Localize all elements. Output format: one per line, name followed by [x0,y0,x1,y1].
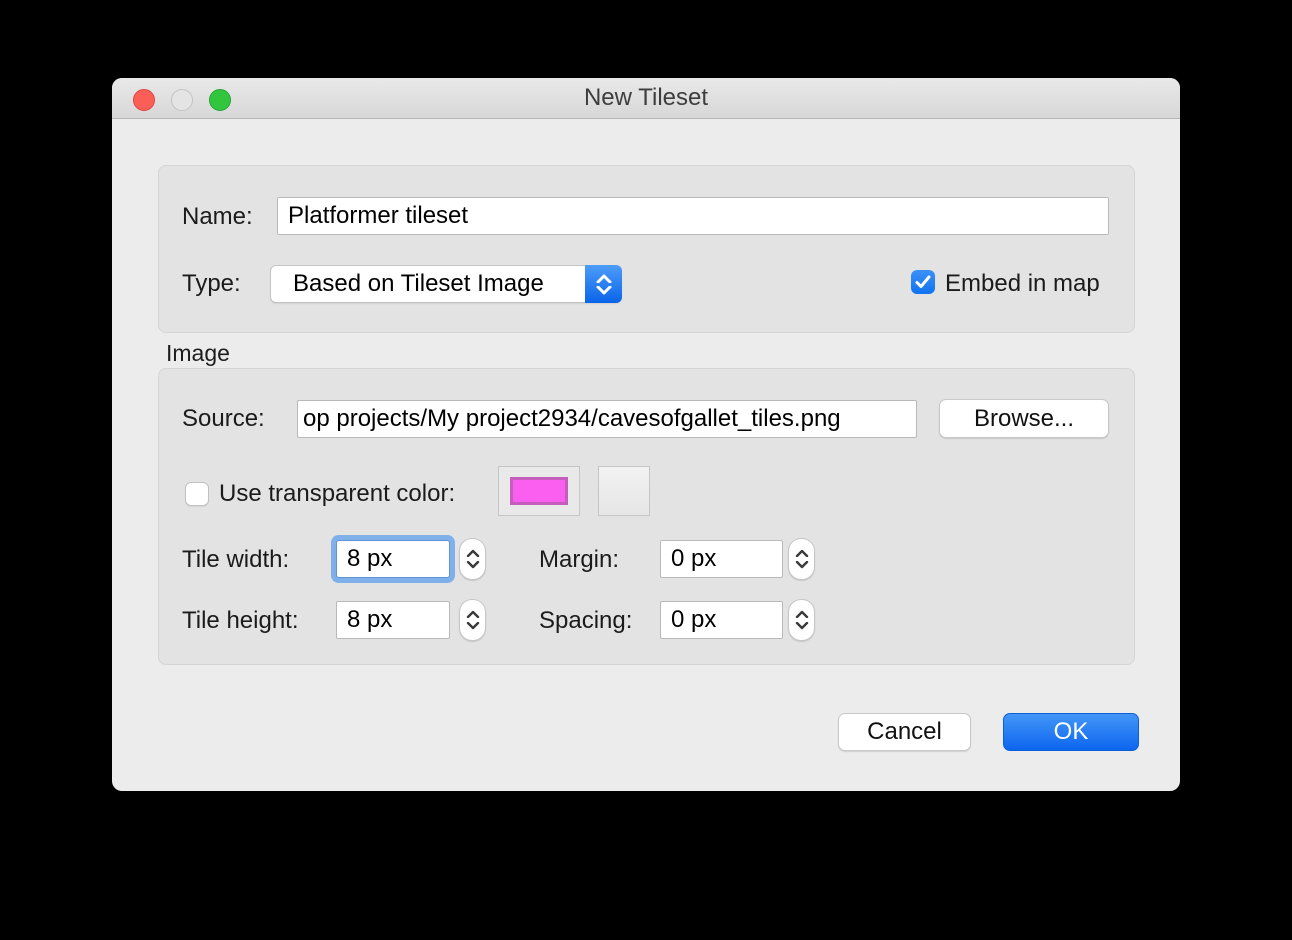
spacing-label: Spacing: [539,608,632,634]
stepper-up-icon [466,549,480,557]
stepper-down-icon [795,622,809,630]
margin-stepper[interactable] [788,538,815,580]
type-dropdown-value: Based on Tileset Image [293,266,544,302]
stepper-up-icon [795,610,809,618]
transparent-color-button[interactable] [498,466,580,516]
stepper-up-icon [466,610,480,618]
spacing-stepper[interactable] [788,599,815,641]
type-dropdown[interactable]: Based on Tileset Image [270,265,622,303]
stepper-down-icon [466,561,480,569]
margin-input[interactable]: 0 px [660,540,783,578]
cancel-button[interactable]: Cancel [838,713,971,751]
checkmark-icon [914,274,932,290]
type-label: Type: [182,271,241,297]
tile-height-stepper[interactable] [459,599,486,641]
use-transparent-color-label[interactable]: Use transparent color: [219,481,455,507]
tile-width-stepper[interactable] [459,538,486,580]
stepper-down-icon [466,622,480,630]
tileset-groupbox [158,165,1135,333]
use-transparent-color-checkbox[interactable] [185,482,209,506]
embed-in-map-checkbox[interactable] [911,270,935,294]
spacing-input[interactable]: 0 px [660,601,783,639]
tile-height-input[interactable]: 8 px [336,601,450,639]
name-label: Name: [182,204,253,230]
tile-height-label: Tile height: [182,608,299,634]
ok-button[interactable]: OK [1003,713,1139,751]
new-tileset-dialog: New Tileset Tileset Name: Type: Based on… [112,78,1180,791]
color-picker-button[interactable] [598,466,650,516]
tile-width-label: Tile width: [182,547,289,573]
chevron-up-down-icon [585,265,622,303]
screen-background: New Tileset Tileset Name: Type: Based on… [0,0,1292,940]
window-title: New Tileset [112,78,1180,118]
stepper-up-icon [795,549,809,557]
name-input[interactable] [277,197,1109,235]
source-input[interactable] [297,400,917,438]
browse-button[interactable]: Browse... [939,399,1109,438]
title-bar[interactable]: New Tileset [112,78,1180,119]
stepper-down-icon [795,561,809,569]
transparent-color-swatch [510,477,568,505]
tile-width-input[interactable]: 8 px [336,540,450,578]
embed-in-map-label[interactable]: Embed in map [945,271,1100,297]
source-label: Source: [182,406,265,432]
margin-label: Margin: [539,547,619,573]
image-group-label: Image [166,340,230,367]
